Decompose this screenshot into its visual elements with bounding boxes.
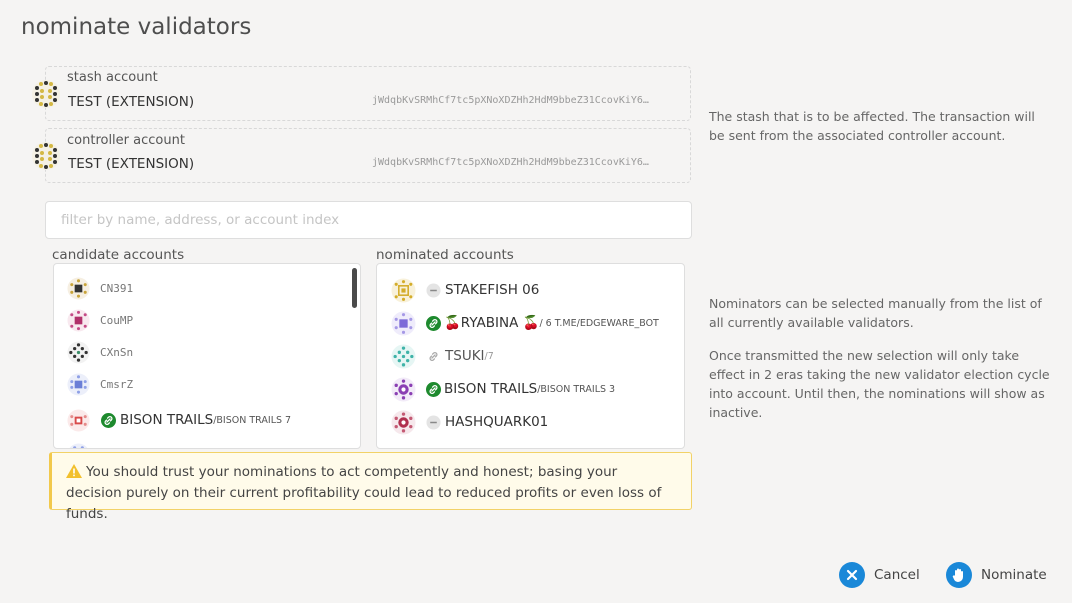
identicon bbox=[67, 372, 90, 396]
list-item[interactable]: CN391 bbox=[54, 272, 360, 304]
identicon bbox=[67, 276, 90, 300]
close-icon bbox=[839, 562, 865, 588]
identicon bbox=[67, 408, 90, 432]
stash-identicon bbox=[32, 80, 60, 108]
nominee-name: TSUKI bbox=[445, 348, 485, 364]
help-stash: The stash that is to be affected. The tr… bbox=[709, 109, 1035, 143]
candidate-accounts-label: candidate accounts bbox=[52, 247, 185, 263]
list-item[interactable]: BISON TRAILS /BISON TRAILS 3 bbox=[377, 373, 684, 405]
cancel-button[interactable]: Cancel bbox=[839, 562, 920, 588]
nominee-sub-identity: /7 bbox=[484, 350, 494, 362]
controller-identicon bbox=[32, 142, 60, 170]
list-item[interactable]: CmsrZ bbox=[54, 368, 360, 400]
nominee-name: HASHQUARK01 bbox=[445, 414, 549, 430]
candidate-name: CmsrZ bbox=[100, 377, 134, 391]
list-item-partial bbox=[54, 438, 360, 448]
list-item[interactable]: HASHQUARK01 bbox=[377, 406, 684, 438]
warning-message: You should trust your nominations to act… bbox=[49, 452, 692, 522]
list-item[interactable]: TSUKI /7 bbox=[377, 340, 684, 372]
verified-link-icon bbox=[426, 381, 441, 397]
candidate-sub-identity: /BISON TRAILS 7 bbox=[213, 414, 292, 426]
candidate-name: BISON TRAILS bbox=[120, 412, 214, 428]
identicon bbox=[391, 278, 416, 302]
nominate-button[interactable]: Nominate bbox=[946, 562, 1047, 588]
nominee-sub-identity: /BISON TRAILS 3 bbox=[537, 383, 616, 395]
list-item[interactable]: CouMP bbox=[54, 304, 360, 336]
no-identity-icon bbox=[426, 282, 441, 298]
identicon bbox=[391, 344, 416, 368]
list-item[interactable]: BISON TRAILS /BISON TRAILS 7 bbox=[54, 404, 360, 436]
verified-link-icon bbox=[426, 315, 441, 331]
identicon bbox=[391, 410, 416, 434]
controller-name: TEST (EXTENSION) bbox=[68, 156, 195, 172]
controller-address: jWdqbKvSRMhCf7tc5pXNoXDZHh2HdM9bbeZ31Cco… bbox=[372, 157, 649, 168]
filter-input[interactable] bbox=[45, 201, 692, 239]
warning-icon bbox=[66, 464, 82, 478]
unverified-link-icon bbox=[429, 351, 438, 361]
no-identity-icon bbox=[426, 414, 441, 430]
candidate-name: CouMP bbox=[100, 313, 134, 327]
list-item[interactable]: 🍒RYABINA 🍒 / 6 T.ME/EDGEWARE_BOT bbox=[377, 307, 684, 339]
nominee-name: BISON TRAILS bbox=[444, 381, 538, 397]
stash-name: TEST (EXTENSION) bbox=[68, 94, 195, 110]
list-item[interactable]: STAKEFISH 06 bbox=[377, 274, 684, 306]
list-item[interactable]: CXnSn bbox=[54, 336, 360, 368]
identicon bbox=[67, 308, 90, 332]
stash-address: jWdqbKvSRMhCf7tc5pXNoXDZHh2HdM9bbeZ31Cco… bbox=[372, 95, 649, 106]
candidate-name: CN391 bbox=[100, 281, 134, 295]
nominee-sub-identity: / 6 T.ME/EDGEWARE_BOT bbox=[539, 317, 659, 329]
candidate-list[interactable]: CN391 CouMP CXnSn CmsrZ BISON TRAILS /BI… bbox=[53, 263, 361, 449]
nominee-name: 🍒RYABINA 🍒 bbox=[444, 315, 540, 331]
identicon bbox=[391, 311, 416, 335]
stash-label: stash account bbox=[67, 70, 158, 85]
nominated-accounts-label: nominated accounts bbox=[376, 247, 514, 263]
nominate-label: Nominate bbox=[981, 567, 1047, 583]
hand-icon bbox=[946, 562, 972, 588]
verified-link-icon bbox=[101, 412, 116, 428]
cancel-label: Cancel bbox=[874, 567, 920, 583]
help-nominators: Nominators can be selected manually from… bbox=[709, 296, 1042, 330]
warning-text: You should trust your nominations to act… bbox=[66, 464, 662, 522]
help-eras: Once transmitted the new selection will … bbox=[709, 348, 1050, 420]
controller-label: controller account bbox=[67, 133, 185, 148]
identicon bbox=[391, 377, 416, 401]
candidate-name: CXnSn bbox=[100, 345, 134, 359]
identicon bbox=[69, 442, 88, 448]
nominee-name: STAKEFISH 06 bbox=[445, 282, 540, 298]
identicon bbox=[67, 340, 90, 364]
page-title: nominate validators bbox=[21, 14, 252, 40]
nominated-list[interactable]: STAKEFISH 06 🍒RYABINA 🍒 / 6 T.ME/EDGEWAR… bbox=[376, 263, 685, 449]
